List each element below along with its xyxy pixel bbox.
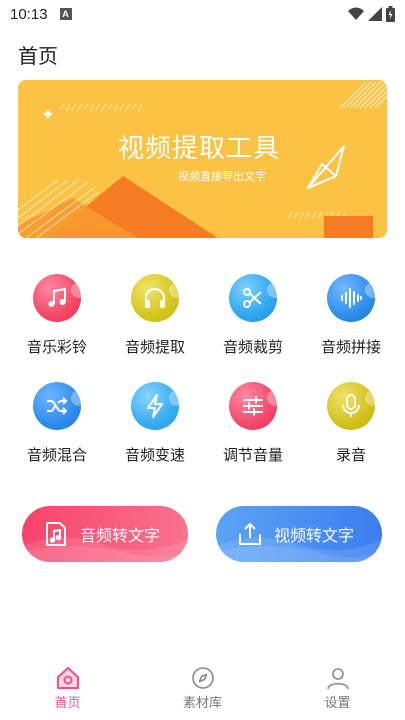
feature-adjust-volume[interactable]: 调节音量 [204, 378, 302, 486]
banner-title: 视频提取工具 [118, 134, 281, 164]
audio-to-text-button[interactable]: 音频转文字 [22, 506, 188, 562]
promo-banner[interactable]: 视频提取工具 视频直接导出文字 [18, 80, 387, 238]
signal-icon [368, 7, 382, 21]
nav-label: 设置 [324, 696, 351, 711]
home-icon [56, 667, 79, 689]
feature-row: 音乐彩铃 音频提取 音频裁剪 音频拼接 [8, 270, 400, 378]
status-time: 10:13 [10, 5, 48, 23]
banner-subtitle: 视频直接导出文字 [178, 170, 266, 183]
feature-grid: 音乐彩铃 音频提取 音频裁剪 音频拼接 音频混合 音频变速 调节音量 录音 [8, 270, 400, 486]
lightning-icon [131, 382, 185, 430]
feature-audio-extract[interactable]: 音频提取 [106, 270, 204, 378]
feature-label: 音频提取 [124, 338, 185, 356]
feature-audio-trim[interactable]: 音频裁剪 [204, 270, 302, 378]
app-screen: 10:13 A 首页 视频提取工具 视频直接导出文字 音乐彩铃 音频提取 音频裁… [0, 0, 405, 720]
shuffle-icon [33, 382, 87, 430]
waveform-icon [327, 274, 381, 322]
feature-record[interactable]: 录音 [302, 378, 400, 486]
wave-decoration [22, 537, 188, 562]
wave-decoration [216, 537, 382, 562]
feature-label: 录音 [335, 446, 366, 464]
nav-material-library[interactable]: 素材库 [135, 660, 270, 720]
video-to-text-button[interactable]: 视频转文字 [216, 506, 382, 562]
nav-label: 首页 [54, 696, 81, 711]
status-bar: 10:13 A [0, 0, 405, 28]
headphones-icon [131, 274, 185, 322]
feature-label: 音频变速 [124, 446, 185, 464]
sliders-icon [229, 382, 283, 430]
notification-badge-icon: A [59, 8, 72, 20]
feature-label: 音频混合 [26, 446, 87, 464]
nav-label: 素材库 [182, 696, 222, 711]
feature-label: 音频裁剪 [222, 338, 283, 356]
bottom-nav: 首页 素材库 设置 [0, 660, 405, 720]
feature-label: 音频拼接 [320, 338, 381, 356]
compass-icon [191, 667, 214, 689]
feature-music-ringtone[interactable]: 音乐彩铃 [8, 270, 106, 378]
page-title: 首页 [18, 44, 58, 68]
feature-label: 调节音量 [222, 446, 283, 464]
scissors-icon [229, 274, 283, 322]
battery-icon [386, 6, 395, 22]
user-icon [326, 668, 349, 690]
status-icons [348, 6, 395, 22]
feature-row: 音频混合 音频变速 调节音量 录音 [8, 378, 400, 486]
feature-label: 音乐彩铃 [26, 338, 87, 356]
music-note-icon [33, 274, 87, 322]
microphone-icon [327, 382, 381, 430]
nav-settings[interactable]: 设置 [270, 660, 405, 720]
feature-audio-speed[interactable]: 音频变速 [106, 378, 204, 486]
feature-audio-mix[interactable]: 音频混合 [8, 378, 106, 486]
nav-home[interactable]: 首页 [0, 660, 135, 720]
wifi-icon [348, 7, 364, 20]
feature-audio-join[interactable]: 音频拼接 [302, 270, 400, 378]
